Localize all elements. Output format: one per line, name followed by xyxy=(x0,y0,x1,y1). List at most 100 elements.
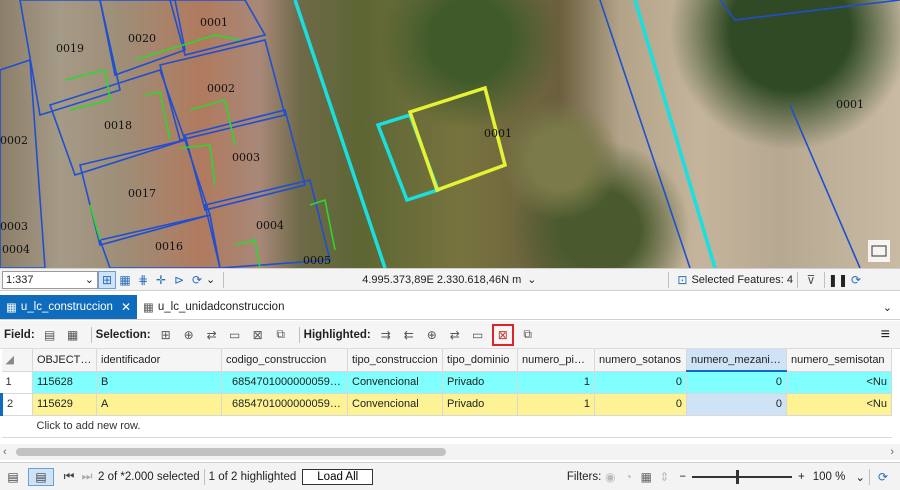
column-header[interactable]: OBJECTID * xyxy=(32,349,97,372)
map-label: 0001 xyxy=(484,127,512,140)
table-row[interactable]: 1 115628 B 685470100000005990... Convenc… xyxy=(1,371,892,394)
switch-selection-icon[interactable]: ⇄ xyxy=(203,326,221,344)
clear-selection-icon[interactable]: ▭ xyxy=(226,326,244,344)
chevron-down-icon[interactable]: ⌄ xyxy=(855,470,865,484)
add-field-icon[interactable]: ▤ xyxy=(41,326,59,344)
table-cell[interactable]: 0 xyxy=(594,371,687,394)
column-header[interactable]: codigo_construccion xyxy=(221,349,348,372)
row-number[interactable]: 2 xyxy=(0,393,33,416)
selected-count: 2 of *2.000 selected xyxy=(98,470,200,483)
table-cell[interactable]: <Nu xyxy=(786,371,892,394)
snapping-icon[interactable]: ⊞ xyxy=(98,270,116,289)
clear-highlighted-icon[interactable]: ▭ xyxy=(469,326,487,344)
chevron-right-icon[interactable]: › xyxy=(890,446,894,458)
table-cell[interactable]: 115629 xyxy=(32,393,97,416)
chevron-down-icon: ⌄ xyxy=(84,274,94,286)
table-cell[interactable]: 1 xyxy=(517,393,595,416)
add-row-label[interactable]: Click to add new row. xyxy=(32,415,892,438)
menu-icon[interactable]: ≡ xyxy=(881,326,890,344)
chevron-down-icon[interactable]: ⌄ xyxy=(206,273,215,286)
table-row[interactable]: 2 115629 A 685470100000005990... Convenc… xyxy=(0,393,892,416)
table-cell[interactable]: <Nu xyxy=(786,393,892,416)
horizontal-scrollbar[interactable]: ‹ › xyxy=(0,444,900,460)
crosshair-icon[interactable]: ✛ xyxy=(152,271,170,289)
table-header-row: ◢ OBJECTID * identificador codigo_constr… xyxy=(1,349,892,372)
highlight-next-icon[interactable]: ⇉ xyxy=(377,326,395,344)
scale-selector[interactable]: 1:337 ⌄ xyxy=(2,270,98,289)
column-header[interactable]: numero_mezanines xyxy=(686,349,787,372)
zoom-level[interactable]: 100 % xyxy=(813,471,846,483)
rotate-icon[interactable]: ⟳ xyxy=(188,271,206,289)
table-cell[interactable]: Privado xyxy=(442,393,518,416)
column-header[interactable]: identificador xyxy=(96,349,222,372)
zoom-slider-handle[interactable] xyxy=(736,469,740,484)
chevron-left-icon[interactable]: ‹ xyxy=(3,446,7,458)
delete-selection-icon[interactable]: ⊠ xyxy=(249,326,267,344)
show-selected-records-icon[interactable]: ▤ xyxy=(28,467,54,486)
table-cell[interactable]: 115628 xyxy=(32,371,97,394)
table-cell[interactable]: Convencional xyxy=(347,393,443,416)
calculate-field-icon[interactable]: ▦ xyxy=(64,326,82,344)
switch-highlighted-icon[interactable]: ⇄ xyxy=(446,326,464,344)
filter-time-icon[interactable]: ◔ xyxy=(619,468,637,486)
next-record-icon[interactable]: ⏭ xyxy=(78,468,96,486)
constraints-icon[interactable]: ⋕ xyxy=(134,271,152,289)
map-label: 0019 xyxy=(56,42,84,55)
chevron-down-icon[interactable]: ⌄ xyxy=(883,301,892,314)
table-cell[interactable]: A xyxy=(96,393,222,416)
copy-selection-icon[interactable]: ⧉ xyxy=(272,326,290,344)
delete-highlighted-icon[interactable]: ⊠ xyxy=(491,323,514,346)
zoom-in-icon[interactable]: + xyxy=(798,471,805,483)
ruler-icon[interactable]: ⊳ xyxy=(170,271,188,289)
zoom-slider[interactable] xyxy=(692,469,793,484)
column-header[interactable]: tipo_dominio xyxy=(442,349,518,372)
column-header[interactable]: numero_semisotan xyxy=(786,349,892,372)
selection-icon[interactable]: ⊡ xyxy=(673,271,691,289)
filter-extent-icon[interactable]: ◉ xyxy=(601,468,619,486)
table-cell[interactable]: 0 xyxy=(594,393,687,416)
scroll-thumb[interactable] xyxy=(16,448,446,456)
sort-icon[interactable]: ⇕ xyxy=(655,468,673,486)
corner-cell[interactable]: ◢ xyxy=(1,349,33,372)
table-cell[interactable]: 685470100000005990... xyxy=(221,371,348,394)
row-number[interactable]: 1 xyxy=(1,371,33,394)
pause-icon[interactable]: ❚❚ xyxy=(828,271,848,289)
refresh-icon[interactable]: ⟳ xyxy=(847,271,865,289)
filter-table-icon[interactable]: ▦ xyxy=(637,468,655,486)
load-all-button[interactable]: Load All xyxy=(302,468,374,485)
table-cell[interactable]: B xyxy=(96,371,222,394)
zoom-to-highlighted-icon[interactable]: ⊕ xyxy=(423,326,441,344)
map-view[interactable]: 0001 0020 0019 0002 0018 0002 0003 0017 … xyxy=(0,0,900,268)
table-cell[interactable]: 1 xyxy=(517,371,595,394)
attribute-table-tabs: ▦ u_lc_construccion ✕ ▦ u_lc_unidadconst… xyxy=(0,295,900,320)
chevron-down-icon[interactable]: ⌄ xyxy=(527,273,536,286)
column-header[interactable]: numero_pisos xyxy=(517,349,595,372)
construction-outline xyxy=(144,91,171,141)
map-label: 0016 xyxy=(155,240,183,253)
table-cell[interactable]: 685470100000005990... xyxy=(221,393,348,416)
construction-outline xyxy=(89,204,101,241)
table-cell[interactable]: 0 xyxy=(686,371,787,394)
show-all-records-icon[interactable]: ▤ xyxy=(4,468,22,486)
column-header[interactable]: numero_sotanos xyxy=(594,349,687,372)
selection-label: Selection: xyxy=(95,328,151,341)
construction-outline xyxy=(234,239,261,268)
zoom-to-selection-icon[interactable]: ⊕ xyxy=(180,326,198,344)
table-cell[interactable]: Convencional xyxy=(347,371,443,394)
tab-u-lc-unidadconstruccion[interactable]: ▦ u_lc_unidadconstruccion xyxy=(137,295,290,319)
column-header[interactable]: tipo_construccion xyxy=(347,349,443,372)
table-cell[interactable]: 0 xyxy=(686,393,787,416)
close-icon[interactable]: ✕ xyxy=(121,300,131,314)
refresh-icon[interactable]: ⟳ xyxy=(874,468,892,486)
first-record-icon[interactable]: ⏮ xyxy=(60,468,78,486)
tab-u-lc-construccion[interactable]: ▦ u_lc_construccion ✕ xyxy=(0,295,137,319)
highlight-previous-icon[interactable]: ⇇ xyxy=(400,326,418,344)
selected-features-count[interactable]: Selected Features: 4 xyxy=(691,274,793,286)
table-cell[interactable]: Privado xyxy=(442,371,518,394)
select-by-attributes-icon[interactable]: ⊞ xyxy=(157,326,175,344)
filter-icon[interactable]: ⊽ xyxy=(802,271,820,289)
add-row[interactable]: Click to add new row. xyxy=(1,415,892,438)
zoom-out-icon[interactable]: − xyxy=(679,471,686,483)
grid-icon[interactable]: ▦ xyxy=(116,271,134,289)
copy-highlighted-icon[interactable]: ⧉ xyxy=(519,326,537,344)
